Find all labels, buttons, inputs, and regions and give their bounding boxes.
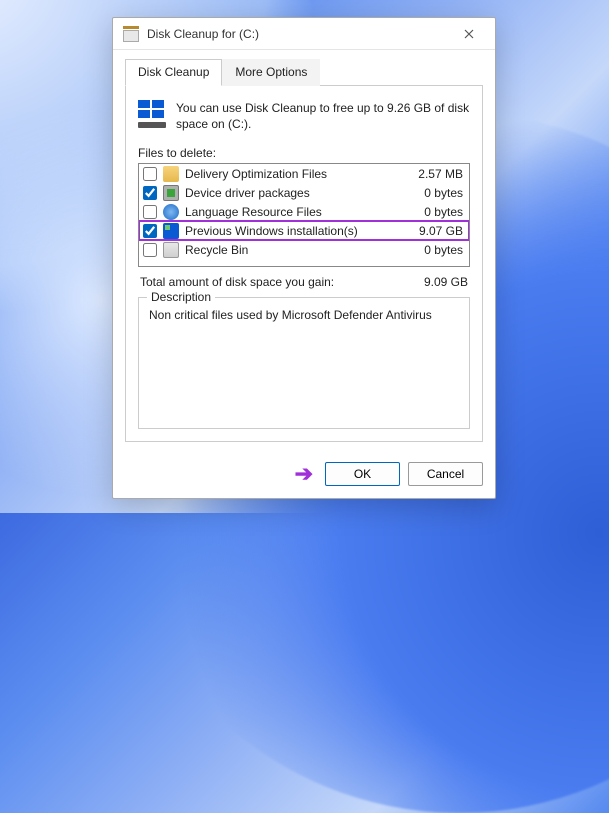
tab-more-options[interactable]: More Options [222,59,320,86]
window-title: Disk Cleanup for (C:) [147,27,449,41]
file-type-icon [163,242,179,258]
file-row[interactable]: Device driver packages 0 bytes [139,183,469,202]
file-type-icon [163,166,179,182]
file-size: 0 bytes [411,205,463,219]
description-groupbox: Description Non critical files used by M… [138,297,470,429]
titlebar[interactable]: Disk Cleanup for (C:) [113,18,495,50]
file-checkbox[interactable] [143,167,157,181]
file-name: Previous Windows installation(s) [185,224,405,238]
files-listbox[interactable]: Delivery Optimization Files 2.57 MB Device… [138,163,470,267]
file-size: 0 bytes [411,186,463,200]
windows-drive-icon [138,100,166,128]
cancel-button[interactable]: Cancel [408,462,483,486]
files-to-delete-label: Files to delete: [138,146,470,160]
file-checkbox[interactable] [143,224,157,238]
file-row[interactable]: Language Resource Files 0 bytes [139,202,469,221]
file-checkbox[interactable] [143,243,157,257]
file-name: Delivery Optimization Files [185,167,405,181]
file-name: Device driver packages [185,186,405,200]
intro-row: You can use Disk Cleanup to free up to 9… [138,96,470,140]
tab-panel-disk-cleanup: You can use Disk Cleanup to free up to 9… [125,86,483,442]
file-row[interactable]: Previous Windows installation(s) 9.07 GB [139,221,469,240]
file-size: 0 bytes [411,243,463,257]
description-text: Non critical files used by Microsoft Def… [149,308,459,322]
total-value: 9.09 GB [424,275,468,289]
file-type-icon [163,185,179,201]
file-checkbox[interactable] [143,186,157,200]
file-type-icon [163,204,179,220]
file-checkbox[interactable] [143,205,157,219]
file-name: Language Resource Files [185,205,405,219]
tabstrip: Disk Cleanup More Options [125,58,483,86]
file-size: 2.57 MB [411,167,463,181]
file-size: 9.07 GB [411,224,463,238]
file-type-icon [163,223,179,239]
drive-icon [123,26,139,42]
close-icon [464,29,474,39]
total-label: Total amount of disk space you gain: [140,275,334,289]
file-row[interactable]: Recycle Bin 0 bytes [139,240,469,259]
ok-button[interactable]: OK [325,462,400,486]
dialog-button-row: ➔ OK Cancel [113,452,495,498]
close-button[interactable] [449,20,489,48]
file-row[interactable]: Delivery Optimization Files 2.57 MB [139,164,469,183]
file-name: Recycle Bin [185,243,405,257]
disk-cleanup-dialog: Disk Cleanup for (C:) Disk Cleanup More … [112,17,496,499]
description-legend: Description [147,290,215,304]
dialog-content: Disk Cleanup More Options You can use Di… [113,50,495,452]
tab-disk-cleanup[interactable]: Disk Cleanup [125,59,222,86]
intro-text: You can use Disk Cleanup to free up to 9… [176,100,470,132]
